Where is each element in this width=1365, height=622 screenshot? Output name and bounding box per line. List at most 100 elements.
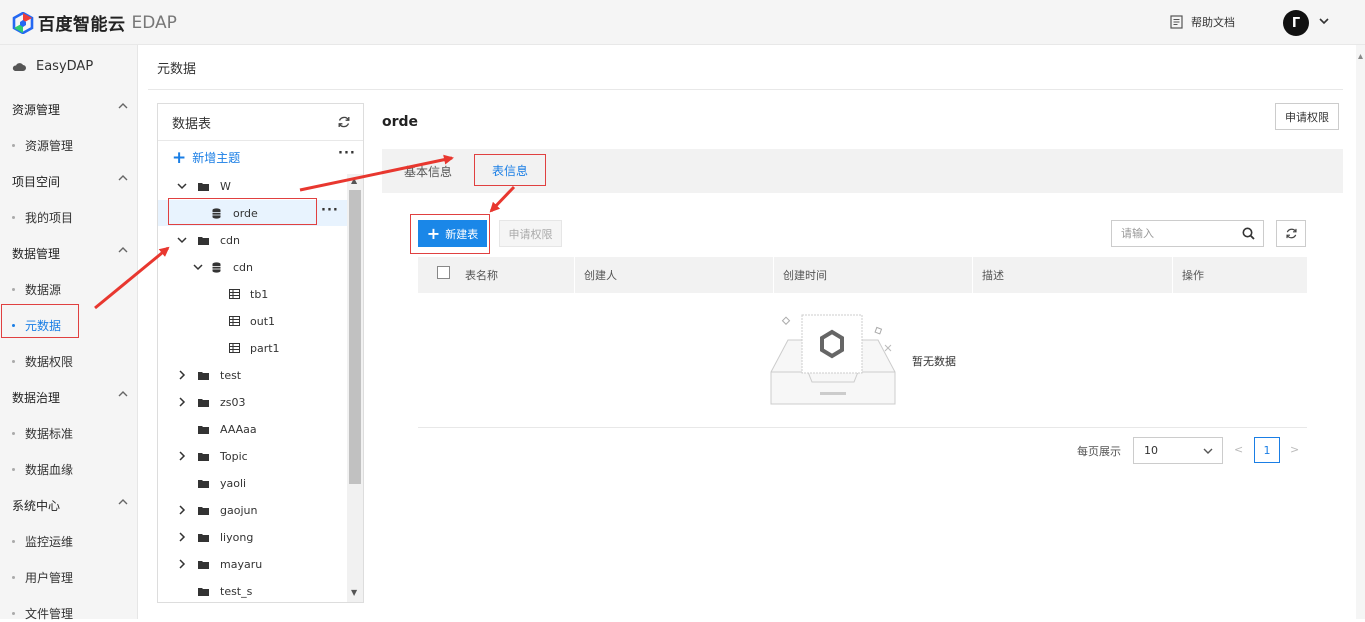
tree-node-AAAaa[interactable]: AAAaa: [158, 416, 348, 442]
select-all-checkbox[interactable]: [437, 266, 450, 279]
tree-scrollbar[interactable]: ▲ ▼: [347, 174, 363, 602]
sidebar-item-label: 监控运维: [25, 535, 74, 549]
chevron-up-icon[interactable]: [117, 497, 129, 506]
sidebar-group-resource[interactable]: 资源管理: [12, 101, 60, 118]
chevron-down-icon[interactable]: [1318, 16, 1330, 26]
help-docs-link[interactable]: 帮助文档: [1170, 14, 1235, 30]
chevron-right-icon[interactable]: [176, 397, 188, 407]
page-number-1[interactable]: 1: [1254, 437, 1280, 463]
refresh-icon[interactable]: [337, 115, 351, 129]
apply-permission-disabled-button[interactable]: 申请权限: [499, 220, 562, 247]
tree-node-label: gaojun: [220, 503, 258, 517]
folder-icon: [198, 182, 209, 191]
help-docs-label: 帮助文档: [1191, 16, 1235, 29]
sidebar-item-data-lineage[interactable]: 数据血缘: [12, 461, 73, 478]
prev-page-button[interactable]: <: [1234, 443, 1243, 456]
tab-basic-info[interactable]: 基本信息: [404, 163, 452, 180]
sidebar-group-data-management[interactable]: 数据管理: [12, 245, 60, 262]
page-scrollbar[interactable]: [1356, 45, 1365, 619]
tree-node-label: liyong: [220, 530, 254, 544]
chevron-up-icon[interactable]: [117, 101, 129, 110]
new-table-label: 新建表: [445, 227, 479, 241]
divider: [148, 89, 1343, 90]
top-bar: 百度智能云 EDAP 帮助文档 Γ: [0, 0, 1365, 45]
table-icon: [229, 343, 240, 353]
scroll-up-arrow-icon[interactable]: ▲: [351, 176, 357, 185]
sidebar-item-resource-management[interactable]: 资源管理: [12, 137, 73, 154]
scrollbar-thumb[interactable]: [349, 190, 361, 484]
chevron-up-icon[interactable]: [117, 245, 129, 254]
folder-icon: [198, 533, 209, 542]
search-input[interactable]: [1112, 221, 1230, 246]
tree-node-label: out1: [250, 314, 276, 328]
chevron-down-icon[interactable]: [192, 262, 204, 272]
bullet-dot: [12, 540, 15, 543]
sidebar-item-data-standard[interactable]: 数据标准: [12, 425, 73, 442]
sidebar-item-data-source[interactable]: 数据源: [12, 281, 61, 298]
tree-node-zs03[interactable]: zs03: [158, 389, 348, 415]
apply-permission-button[interactable]: 申请权限: [1275, 103, 1339, 130]
tree-node-label: cdn: [233, 260, 254, 274]
scroll-up-arrow-icon[interactable]: [1358, 52, 1363, 62]
sidebar-group-project[interactable]: 项目空间: [12, 173, 60, 190]
avatar[interactable]: Γ: [1283, 10, 1309, 36]
tree-node-label: mayaru: [220, 557, 263, 571]
chevron-up-icon[interactable]: [117, 389, 129, 398]
tree-node-out1[interactable]: out1: [158, 308, 348, 334]
chevron-right-icon[interactable]: [176, 370, 188, 380]
table-icon: [229, 316, 240, 326]
chevron-down-icon[interactable]: [176, 181, 188, 191]
tree-node-yaoli[interactable]: yaoli: [158, 470, 348, 496]
tree-node-tb1[interactable]: tb1: [158, 281, 348, 307]
folder-icon: [198, 452, 209, 461]
chevron-right-icon[interactable]: [176, 532, 188, 542]
per-page-select[interactable]: 10: [1133, 437, 1223, 464]
chevron-down-icon[interactable]: [176, 235, 188, 245]
add-topic-button[interactable]: + 新增主题: [172, 149, 240, 166]
tree-node-mayaru[interactable]: mayaru: [158, 551, 348, 577]
new-table-button[interactable]: + 新建表: [418, 220, 487, 247]
bullet-dot: [12, 360, 15, 363]
tree-node-Topic[interactable]: Topic: [158, 443, 348, 469]
logo[interactable]: 百度智能云 EDAP: [12, 10, 177, 35]
tree-node-test[interactable]: test: [158, 362, 348, 388]
tree-node-liyong[interactable]: liyong: [158, 524, 348, 550]
sidebar-group-data-governance[interactable]: 数据治理: [12, 389, 60, 406]
more-options-icon[interactable]: ···: [321, 203, 339, 218]
search-box: [1111, 220, 1264, 247]
sidebar-brand[interactable]: EasyDAP: [12, 59, 93, 74]
sidebar-item-file-management[interactable]: 文件管理: [12, 605, 73, 622]
tab-table-info[interactable]: 表信息: [474, 154, 546, 186]
sidebar-item-data-permission[interactable]: 数据权限: [12, 353, 73, 370]
bullet-dot: [12, 576, 15, 579]
sidebar-item-monitoring[interactable]: 监控运维: [12, 533, 73, 550]
sidebar-item-label: 数据权限: [25, 355, 74, 369]
folder-icon: [198, 587, 209, 596]
next-page-button[interactable]: >: [1290, 443, 1299, 456]
sidebar-item-my-projects[interactable]: 我的项目: [12, 209, 73, 226]
chevron-right-icon[interactable]: [176, 451, 188, 461]
tree-node-test_s[interactable]: test_s: [158, 578, 348, 602]
annotation-box: [1, 304, 79, 338]
refresh-button[interactable]: [1276, 220, 1306, 247]
tree-node-cdn[interactable]: cdn: [158, 227, 348, 253]
document-icon: [1170, 15, 1183, 29]
column-header-created-time: 创建时间: [783, 269, 827, 282]
tree-node-cdn-database[interactable]: cdn: [158, 254, 348, 280]
sidebar-group-system[interactable]: 系统中心: [12, 497, 60, 514]
more-options-icon[interactable]: ···: [338, 146, 356, 161]
empty-box-illustration: [770, 314, 896, 405]
tree-node-gaojun[interactable]: gaojun: [158, 497, 348, 523]
tree-node-part1[interactable]: part1: [158, 335, 348, 361]
chevron-right-icon[interactable]: [176, 505, 188, 515]
plus-icon: +: [172, 147, 187, 168]
column-header-creator: 创建人: [584, 269, 617, 282]
folder-icon: [198, 371, 209, 380]
scroll-down-arrow-icon[interactable]: ▼: [351, 588, 357, 597]
tree-panel-header: 数据表: [158, 104, 363, 141]
tree-node-W[interactable]: W: [158, 173, 348, 199]
search-icon[interactable]: [1242, 227, 1255, 240]
chevron-up-icon[interactable]: [117, 173, 129, 182]
sidebar-item-user-management[interactable]: 用户管理: [12, 569, 73, 586]
chevron-right-icon[interactable]: [176, 559, 188, 569]
